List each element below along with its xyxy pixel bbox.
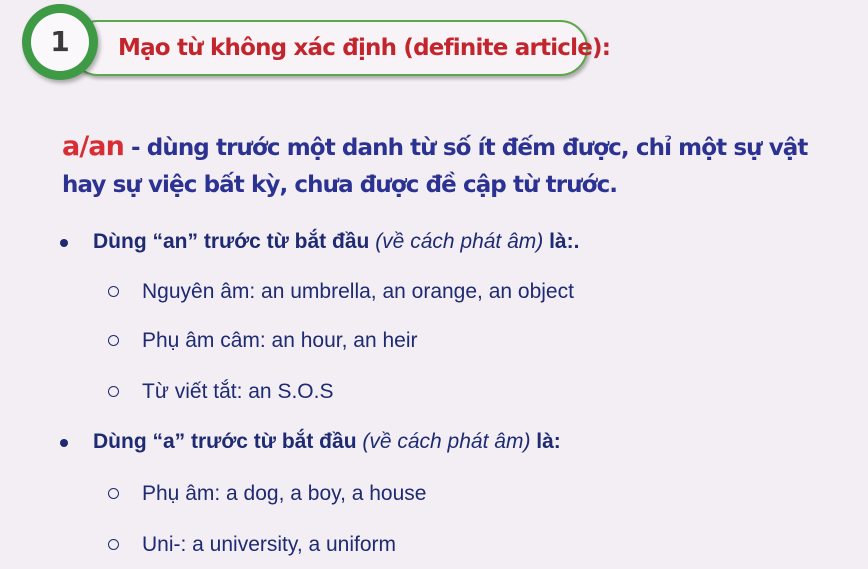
definition-paragraph: a/an - dùng trước một danh từ số ít đếm …	[62, 128, 852, 204]
section-number-badge: 1	[22, 4, 98, 80]
sub-bullet-ring	[108, 335, 119, 346]
sub-item-text: Phụ âm: a dog, a boy, a house	[142, 482, 427, 505]
sub-item-text: Uni-: a university, a uniform	[142, 533, 397, 556]
bullet-dot	[60, 439, 68, 447]
sub-item-text: Phụ âm câm: an hour, an heir	[142, 329, 418, 352]
section-number: 1	[31, 13, 89, 71]
bullet-note: (về cách phát âm)	[375, 230, 544, 253]
sub-bullet-ring	[108, 286, 119, 297]
bullet-note: (về cách phát âm)	[362, 430, 531, 453]
sub-bullet-ring	[108, 488, 119, 499]
sub-bullet-ring	[108, 386, 119, 397]
bullet-lead: Dùng “a” trước từ bắt đầu	[93, 430, 363, 453]
section-header: 1 Mạo từ không xác định (definite articl…	[22, 4, 611, 84]
definition-term: a/an	[62, 131, 125, 162]
bullet-tail: là:.	[543, 230, 580, 253]
definition-text: - dùng trước một danh từ số ít đếm được,…	[62, 135, 808, 198]
section-title: Mạo từ không xác định (definite article)…	[118, 35, 611, 61]
sub-item-text: Nguyên âm: an umbrella, an orange, an ob…	[142, 280, 574, 303]
sub-bullet-ring	[108, 539, 119, 550]
bullet-dot	[60, 239, 68, 247]
bullet-tail: là:	[530, 430, 561, 453]
page: 1 Mạo từ không xác định (definite articl…	[0, 0, 868, 569]
sub-item-text: Từ viết tắt: an S.O.S	[142, 380, 334, 403]
bullet-lead: Dùng “an” trước từ bắt đầu	[93, 230, 376, 253]
